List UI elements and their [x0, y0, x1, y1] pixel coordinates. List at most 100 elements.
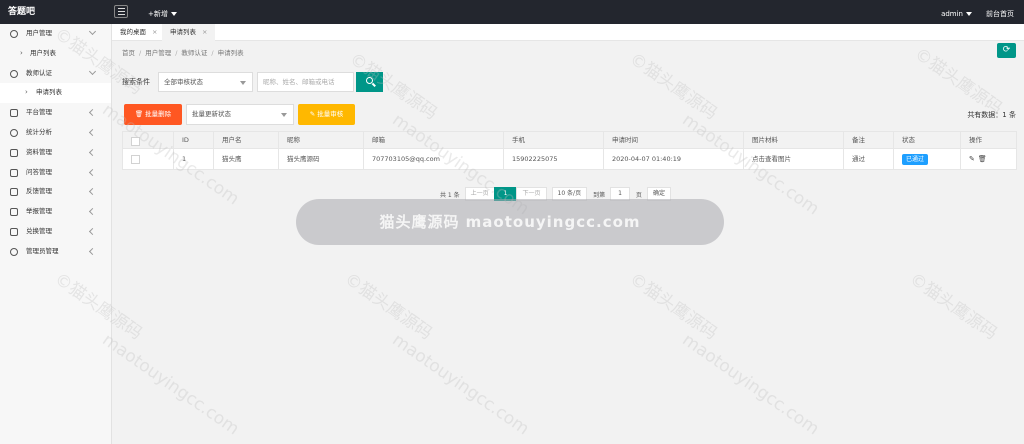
column-header[interactable]: ID [173, 132, 213, 148]
user-icon [10, 247, 18, 256]
apply-table: ID 用户名 昵称 邮箱 手机 申请时间 图片材料 备注 状态 操作 1 猫头鹰… [122, 131, 1017, 170]
watermark-text: ©猫头鹰源码 [625, 269, 721, 344]
breadcrumb-teacher-cert[interactable]: 教师认证 [181, 49, 207, 57]
row-checkbox[interactable] [131, 155, 140, 164]
search-input[interactable]: 昵称、姓名、邮箱或电话 [257, 72, 354, 92]
close-icon[interactable]: × [152, 28, 157, 36]
sidebar-item-label: 举报管理 [26, 207, 52, 216]
tab-apply-list[interactable]: 申请列表 × [162, 24, 216, 41]
breadcrumb-current: 申请列表 [217, 49, 244, 57]
chevron-down-icon [170, 12, 177, 16]
add-new-label: +新增 [148, 10, 168, 18]
watermark-text: maotouyingcc.com [388, 330, 533, 440]
cell-username: 猫头鹰 [213, 149, 278, 169]
chevron-right-icon: › [25, 88, 28, 97]
column-header[interactable]: 状态 [893, 132, 960, 148]
chevron-down-icon [966, 12, 972, 16]
sidebar-item-report[interactable]: 举报管理 [0, 202, 111, 222]
trash-icon: 🗑 [134, 110, 144, 118]
sidebar-item-exchange[interactable]: 兑换管理 [0, 222, 111, 242]
edit-icon[interactable]: ✎ [969, 149, 975, 169]
column-header[interactable]: 操作 [960, 132, 1018, 148]
column-header[interactable]: 备注 [843, 132, 893, 148]
document-icon [10, 168, 18, 177]
document-icon [10, 227, 18, 236]
sidebar-item-platform[interactable]: 平台管理 [0, 103, 111, 123]
chevron-left-icon [88, 208, 97, 216]
tab-label: 我的桌面 [120, 28, 146, 36]
column-header[interactable]: 昵称 [278, 132, 363, 148]
sidebar-item-label: 用户管理 [26, 29, 52, 37]
column-header[interactable]: 用户名 [213, 132, 278, 148]
sidebar-item-label: 管理员管理 [26, 246, 59, 255]
gear-icon [10, 69, 18, 78]
table-header: ID 用户名 昵称 邮箱 手机 申请时间 图片材料 备注 状态 操作 [123, 132, 1016, 149]
watermark-text: maotouyingcc.com [98, 330, 243, 440]
chevron-left-icon [88, 168, 97, 176]
breadcrumb-home[interactable]: 首页 [122, 49, 135, 57]
watermark-banner: 猫头鹰源码 maotouyingcc.com [296, 199, 724, 245]
sidebar-item-feedback[interactable]: 反馈管理 [0, 182, 111, 202]
sidebar-item-label: 申请列表 [36, 88, 62, 97]
pager-total: 共 1 条 [440, 191, 460, 199]
sidebar-item-label: 教师认证 [26, 68, 52, 77]
car-icon [10, 109, 18, 118]
cell-actions: ✎ 🗑 [960, 149, 1018, 169]
user-name: admin [941, 10, 963, 18]
status-filter-select[interactable]: 全部审核状态 [158, 72, 253, 92]
edit-icon: ✎ [309, 110, 316, 118]
chevron-left-icon [88, 247, 97, 255]
breadcrumb-user-management[interactable]: 用户管理 [145, 49, 171, 57]
document-icon [10, 188, 18, 197]
batch-review-button[interactable]: ✎ 批量审核 [298, 104, 355, 125]
app-logo[interactable]: 答题吧 [0, 0, 112, 24]
pager-goto-label: 到第 [593, 191, 606, 199]
refresh-icon [10, 128, 18, 137]
sidebar-item-label: 兑换管理 [26, 226, 52, 235]
sidebar-item-materials[interactable]: 资料管理 [0, 143, 111, 163]
sidebar-item-stats[interactable]: 统计分析 [0, 123, 111, 143]
cell-remark: 通过 [843, 149, 893, 169]
sidebar-item-label: 资料管理 [26, 147, 52, 156]
batch-review-label: 批量审核 [317, 110, 344, 118]
column-header[interactable]: 手机 [503, 132, 603, 148]
chevron-down-icon [281, 113, 287, 117]
breadcrumb: 首页 / 用户管理 / 教师认证 / 申请列表 [122, 49, 244, 57]
sidebar-item-label: 统计分析 [26, 127, 52, 136]
table-row: 1 猫头鹰 猫头鹰源码 707703105@qq.com 15902225075… [123, 149, 1016, 169]
trash-icon[interactable]: 🗑 [978, 149, 987, 169]
cell-nickname: 猫头鹰源码 [278, 149, 363, 169]
chevron-left-icon [88, 109, 97, 117]
action-toolbar: 🗑 批量删除 批量更新状态 ✎ 批量审核 共有数据：1 条 [112, 103, 1024, 126]
tab-desktop[interactable]: 我的桌面 × [112, 24, 165, 41]
close-icon[interactable]: × [202, 28, 207, 36]
batch-status-value: 批量更新状态 [192, 110, 231, 118]
sidebar-item-label: 反馈管理 [26, 187, 52, 196]
chevron-down-icon [240, 81, 246, 85]
column-header[interactable]: 图片材料 [743, 132, 843, 148]
chevron-left-icon [88, 148, 97, 156]
sidebar-item-apply-list[interactable]: › 申请列表 [0, 83, 111, 104]
batch-delete-label: 批量删除 [145, 110, 172, 118]
watermark-text: ©猫头鹰源码 [340, 269, 436, 344]
sidebar-item-admin[interactable]: 管理员管理 [0, 242, 111, 262]
chevron-left-icon [88, 227, 97, 236]
pager-page-unit: 页 [635, 191, 642, 199]
search-bar: 搜索条件 全部审核状态 昵称、姓名、邮箱或电话 [122, 72, 383, 92]
watermark-text: ©猫头鹰源码 [905, 269, 1001, 344]
tab-label: 申请列表 [170, 28, 196, 36]
menu-toggle-icon[interactable] [114, 5, 128, 18]
sidebar-item-label: 用户列表 [30, 48, 56, 57]
sidebar: 用户管理 › 用户列表 教师认证 › 申请列表 平台管理 统计分析 资料管理 问答管… [0, 24, 112, 444]
chevron-left-icon [88, 128, 97, 137]
batch-status-select[interactable]: 批量更新状态 [186, 104, 294, 125]
sidebar-item-qa[interactable]: 问答管理 [0, 163, 111, 183]
refresh-button[interactable]: ⟳ [997, 43, 1016, 58]
refresh-icon: ⟳ [1002, 45, 1011, 55]
document-icon [10, 208, 18, 217]
chevron-right-icon: › [20, 48, 23, 57]
cell-status: 已通过 [893, 149, 960, 169]
status-filter-value: 全部审核状态 [164, 78, 203, 86]
top-navbar: 答题吧 +新增 admin 前台首页 [0, 0, 1024, 24]
tab-bar: 我的桌面 × 申请列表 × [112, 24, 1024, 41]
